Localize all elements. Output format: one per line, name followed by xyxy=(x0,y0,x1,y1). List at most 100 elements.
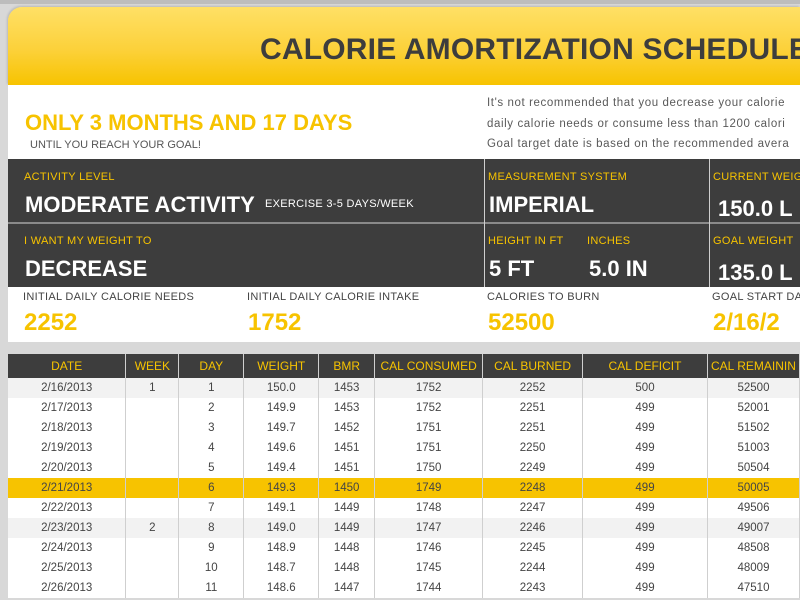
cell-cal-consumed[interactable]: 1748 xyxy=(374,498,484,518)
cell-weight[interactable]: 149.7 xyxy=(243,418,320,438)
cell-bmr[interactable]: 1452 xyxy=(318,418,376,438)
cell-cal-remaining[interactable]: 50504 xyxy=(707,458,800,478)
column-header-bmr[interactable]: BMR xyxy=(318,354,376,378)
cell-cal-burned[interactable]: 2251 xyxy=(482,418,584,438)
cell-cal-remaining[interactable]: 51003 xyxy=(707,438,800,458)
cell-date[interactable]: 2/22/2013 xyxy=(8,498,127,518)
cell-cal-deficit[interactable]: 499 xyxy=(582,398,708,418)
cell-day[interactable]: 4 xyxy=(178,438,245,458)
cell-cal-burned[interactable]: 2250 xyxy=(482,438,584,458)
cell-weight[interactable]: 149.0 xyxy=(243,518,320,538)
table-row[interactable]: 2/19/2013 4 149.6 1451 1751 2250 499 51003 xyxy=(8,438,800,458)
cell-bmr[interactable]: 1450 xyxy=(318,478,376,498)
cell-bmr[interactable]: 1449 xyxy=(318,498,376,518)
cell-weight[interactable]: 148.7 xyxy=(243,558,320,578)
cell-week[interactable] xyxy=(125,498,180,518)
column-header-weight[interactable]: WEIGHT xyxy=(243,354,320,378)
cell-cal-burned[interactable]: 2249 xyxy=(482,458,584,478)
cell-date[interactable]: 2/21/2013 xyxy=(8,478,127,498)
cell-date[interactable]: 2/25/2013 xyxy=(8,558,127,578)
cell-cal-remaining[interactable]: 47510 xyxy=(707,578,800,598)
cell-week[interactable] xyxy=(125,458,180,478)
weight-direction-select[interactable]: DECREASE xyxy=(25,256,147,282)
cell-date[interactable]: 2/23/2013 xyxy=(8,518,127,538)
column-header-cal-remaining[interactable]: CAL REMAININ xyxy=(707,354,800,378)
cell-day[interactable]: 1 xyxy=(178,378,245,398)
column-header-date[interactable]: DATE xyxy=(8,354,127,378)
cell-cal-consumed[interactable]: 1746 xyxy=(374,538,484,558)
cell-bmr[interactable]: 1453 xyxy=(318,378,376,398)
cell-cal-burned[interactable]: 2252 xyxy=(482,378,584,398)
cell-week[interactable]: 2 xyxy=(125,518,180,538)
cell-cal-remaining[interactable]: 48508 xyxy=(707,538,800,558)
cell-cal-remaining[interactable]: 51502 xyxy=(707,418,800,438)
cell-cal-consumed[interactable]: 1744 xyxy=(374,578,484,598)
cell-cal-consumed[interactable]: 1747 xyxy=(374,518,484,538)
column-header-day[interactable]: DAY xyxy=(178,354,245,378)
cell-weight[interactable]: 149.3 xyxy=(243,478,320,498)
cell-bmr[interactable]: 1448 xyxy=(318,558,376,578)
cell-date[interactable]: 2/18/2013 xyxy=(8,418,127,438)
cell-cal-consumed[interactable]: 1750 xyxy=(374,458,484,478)
cell-cal-burned[interactable]: 2248 xyxy=(482,478,584,498)
cell-cal-consumed[interactable]: 1749 xyxy=(374,478,484,498)
current-weight-input[interactable]: 150.0 L xyxy=(718,196,793,222)
table-row[interactable]: 2/16/2013 1 1 150.0 1453 1752 2252 500 52500 xyxy=(8,378,800,398)
cell-bmr[interactable]: 1447 xyxy=(318,578,376,598)
cell-cal-burned[interactable]: 2247 xyxy=(482,498,584,518)
table-row-highlighted[interactable]: 2/21/2013 6 149.3 1450 1749 2248 499 50005 xyxy=(8,478,800,498)
cell-weight[interactable]: 149.4 xyxy=(243,458,320,478)
table-row[interactable]: 2/26/2013 11 148.6 1447 1744 2243 499 47510 xyxy=(8,578,800,598)
cell-cal-deficit[interactable]: 499 xyxy=(582,418,708,438)
cell-cal-burned[interactable]: 2246 xyxy=(482,518,584,538)
cell-day[interactable]: 7 xyxy=(178,498,245,518)
cell-date[interactable]: 2/26/2013 xyxy=(8,578,127,598)
cell-week[interactable] xyxy=(125,418,180,438)
column-header-week[interactable]: WEEK xyxy=(125,354,180,378)
table-row[interactable]: 2/24/2013 9 148.9 1448 1746 2245 499 48508 xyxy=(8,538,800,558)
cell-bmr[interactable]: 1448 xyxy=(318,538,376,558)
activity-level-select[interactable]: MODERATE ACTIVITY xyxy=(25,192,255,218)
cell-weight[interactable]: 148.6 xyxy=(243,578,320,598)
cell-date[interactable]: 2/19/2013 xyxy=(8,438,127,458)
cell-bmr[interactable]: 1451 xyxy=(318,458,376,478)
cell-cal-burned[interactable]: 2245 xyxy=(482,538,584,558)
cell-cal-deficit[interactable]: 499 xyxy=(582,478,708,498)
cell-cal-burned[interactable]: 2244 xyxy=(482,558,584,578)
height-inches-input[interactable]: 5.0 IN xyxy=(589,256,648,282)
table-row[interactable]: 2/25/2013 10 148.7 1448 1745 2244 499 48009 xyxy=(8,558,800,578)
cell-day[interactable]: 11 xyxy=(178,578,245,598)
cell-day[interactable]: 6 xyxy=(178,478,245,498)
column-header-cal-deficit[interactable]: CAL DEFICIT xyxy=(582,354,708,378)
column-header-cal-consumed[interactable]: CAL CONSUMED xyxy=(374,354,484,378)
cell-date[interactable]: 2/20/2013 xyxy=(8,458,127,478)
cell-cal-consumed[interactable]: 1745 xyxy=(374,558,484,578)
cell-weight[interactable]: 149.9 xyxy=(243,398,320,418)
cell-day[interactable]: 10 xyxy=(178,558,245,578)
cell-day[interactable]: 5 xyxy=(178,458,245,478)
cell-cal-burned[interactable]: 2243 xyxy=(482,578,584,598)
cell-cal-consumed[interactable]: 1751 xyxy=(374,438,484,458)
cell-weight[interactable]: 149.1 xyxy=(243,498,320,518)
cell-week[interactable] xyxy=(125,578,180,598)
cell-weight[interactable]: 149.6 xyxy=(243,438,320,458)
cell-bmr[interactable]: 1449 xyxy=(318,518,376,538)
cell-cal-deficit[interactable]: 499 xyxy=(582,458,708,478)
table-row[interactable]: 2/17/2013 2 149.9 1453 1752 2251 499 52001 xyxy=(8,398,800,418)
cell-day[interactable]: 9 xyxy=(178,538,245,558)
cell-weight[interactable]: 150.0 xyxy=(243,378,320,398)
cell-cal-remaining[interactable]: 48009 xyxy=(707,558,800,578)
cell-weight[interactable]: 148.9 xyxy=(243,538,320,558)
cell-date[interactable]: 2/24/2013 xyxy=(8,538,127,558)
cell-cal-remaining[interactable]: 52500 xyxy=(707,378,800,398)
table-row[interactable]: 2/20/2013 5 149.4 1451 1750 2249 499 50504 xyxy=(8,458,800,478)
column-header-cal-burned[interactable]: CAL BURNED xyxy=(482,354,584,378)
cell-week[interactable]: 1 xyxy=(125,378,180,398)
cell-cal-consumed[interactable]: 1752 xyxy=(374,398,484,418)
cell-date[interactable]: 2/16/2013 xyxy=(8,378,127,398)
cell-cal-deficit[interactable]: 499 xyxy=(582,578,708,598)
cell-cal-consumed[interactable]: 1751 xyxy=(374,418,484,438)
cell-cal-remaining[interactable]: 50005 xyxy=(707,478,800,498)
measurement-system-select[interactable]: IMPERIAL xyxy=(489,192,594,218)
cell-day[interactable]: 2 xyxy=(178,398,245,418)
